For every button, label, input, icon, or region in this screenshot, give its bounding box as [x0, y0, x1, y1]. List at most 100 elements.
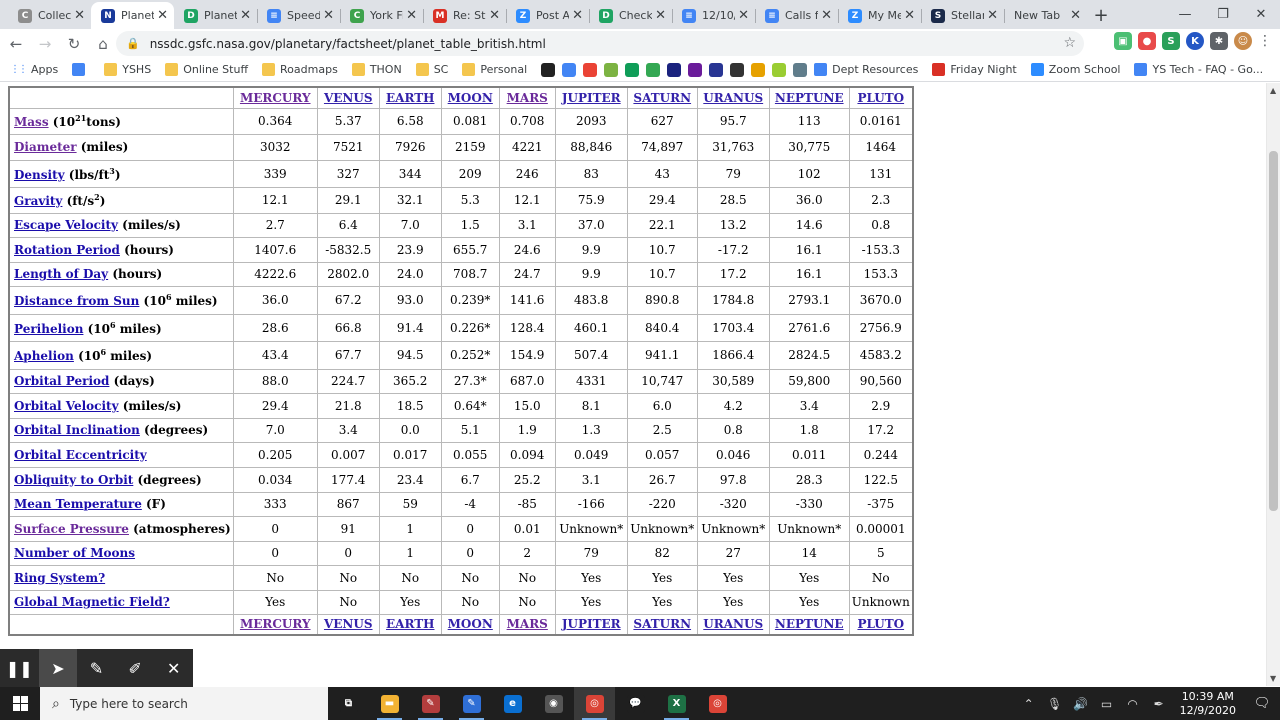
wifi-icon[interactable]: ◠ — [1120, 697, 1146, 711]
tab-12[interactable]: New Tab ✕ — [1004, 2, 1087, 29]
close-window-icon[interactable]: ✕ — [1242, 0, 1280, 29]
tab-close-icon[interactable]: ✕ — [240, 8, 251, 23]
menu-dots-icon[interactable]: ⋮ — [1258, 33, 1272, 49]
tab-0[interactable]: C Collect✕ — [8, 2, 91, 29]
bookmark-item[interactable]: THON — [351, 63, 402, 76]
tab-close-icon[interactable]: ✕ — [821, 8, 832, 23]
property-link[interactable]: Escape Velocity — [14, 218, 118, 232]
bookmark-site-icon[interactable] — [667, 62, 682, 77]
planet-link-earth[interactable]: EARTH — [386, 617, 435, 631]
scroll-up-icon[interactable]: ▲ — [1270, 86, 1276, 95]
planet-link-jupiter[interactable]: JUPITER — [562, 617, 621, 631]
property-link[interactable]: Orbital Period — [14, 374, 109, 388]
planet-link-pluto[interactable]: PLUTO — [857, 91, 904, 105]
taskbar-notepad-button[interactable]: ✎ — [451, 687, 492, 720]
extension-icon[interactable]: ▣ — [1114, 32, 1132, 50]
tab-4[interactable]: C York Fi ✕ — [340, 2, 423, 29]
taskbar-search[interactable]: ⌕ Type here to search — [40, 687, 328, 720]
tab-2[interactable]: D Planet ✕ — [174, 2, 257, 29]
tab-close-icon[interactable]: ✕ — [489, 8, 500, 23]
property-link[interactable]: Length of Day — [14, 267, 108, 281]
planet-link-jupiter[interactable]: JUPITER — [562, 91, 621, 105]
bookmark-item[interactable] — [72, 63, 90, 76]
close-icon[interactable]: ✕ — [154, 649, 193, 687]
notifications-icon[interactable]: 🗨 — [1244, 696, 1280, 711]
bookmark-site-icon[interactable] — [625, 62, 640, 77]
profile-avatar-icon[interactable]: ☺ — [1234, 32, 1252, 50]
property-link[interactable]: Rotation Period — [14, 243, 120, 257]
planet-link-venus[interactable]: VENUS — [324, 617, 373, 631]
tab-close-icon[interactable]: ✕ — [904, 8, 915, 23]
bookmark-item[interactable]: Friday Night — [932, 63, 1017, 76]
tab-10[interactable]: Z My Me ✕ — [838, 2, 921, 29]
bookmark-site-icon[interactable] — [751, 62, 766, 77]
tab-close-icon[interactable]: ✕ — [406, 8, 417, 23]
clock[interactable]: 10:39 AM 12/9/2020 — [1172, 690, 1244, 718]
property-link[interactable]: Surface Pressure — [14, 522, 129, 536]
extension-icon[interactable]: K — [1186, 32, 1204, 50]
bookmark-site-icon[interactable] — [688, 62, 703, 77]
bookmark-site-icon[interactable] — [646, 62, 661, 77]
property-link[interactable]: Obliquity to Orbit — [14, 473, 133, 487]
bookmark-site-icon[interactable] — [793, 62, 808, 77]
taskbar-excel-button[interactable]: X — [656, 687, 697, 720]
chevron-up-icon[interactable]: ⌃ — [1016, 697, 1042, 711]
bookmark-site-icon[interactable] — [730, 62, 745, 77]
tab-1[interactable]: N Planet ✕ — [91, 2, 174, 29]
reload-icon[interactable]: ↻ — [61, 31, 87, 57]
tab-close-icon[interactable]: ✕ — [74, 8, 85, 23]
bookmark-item[interactable]: Online Stuff — [165, 63, 248, 76]
pen-tray-icon[interactable]: ✒ — [1146, 697, 1172, 711]
tab-8[interactable]: ≡ 12/10/✕ — [672, 2, 755, 29]
bookmark-item[interactable]: Zoom School — [1030, 63, 1120, 76]
taskbar-camera-button[interactable]: ◉ — [533, 687, 574, 720]
bookmark-site-icon[interactable] — [709, 62, 724, 77]
pause-icon[interactable]: ❚❚ — [0, 649, 39, 687]
property-link[interactable]: Aphelion — [14, 349, 74, 363]
planet-link-uranus[interactable]: URANUS — [703, 91, 763, 105]
bookmark-site-icon[interactable] — [604, 62, 619, 77]
microphone-icon[interactable]: 🎙 — [1042, 697, 1068, 711]
tab-5[interactable]: M Re: Ste✕ — [423, 2, 506, 29]
pen-icon[interactable]: ✎ — [77, 649, 116, 687]
puzzle-icon[interactable]: ✱ — [1210, 32, 1228, 50]
taskbar-file-explorer-button[interactable]: ▬ — [369, 687, 410, 720]
planet-link-moon[interactable]: MOON — [448, 91, 493, 105]
bookmark-item[interactable]: ⋮⋮ Apps — [10, 63, 58, 76]
taskbar-chat-button[interactable]: 💬 — [615, 687, 656, 720]
vertical-scrollbar[interactable]: ▲ ▼ — [1266, 83, 1280, 686]
property-link[interactable]: Number of Moons — [14, 546, 135, 560]
tab-close-icon[interactable]: ✕ — [738, 8, 749, 23]
tab-close-icon[interactable]: ✕ — [655, 8, 666, 23]
tab-close-icon[interactable]: ✕ — [572, 8, 583, 23]
property-link[interactable]: Density — [14, 168, 65, 182]
property-link[interactable]: Global Magnetic Field? — [14, 595, 170, 609]
planet-link-moon[interactable]: MOON — [448, 617, 493, 631]
bookmark-site-icon[interactable] — [562, 62, 577, 77]
planet-link-neptune[interactable]: NEPTUNE — [775, 91, 844, 105]
planet-link-saturn[interactable]: SATURN — [633, 617, 691, 631]
bookmark-star-icon[interactable]: ☆ — [1063, 35, 1076, 51]
tab-close-icon[interactable]: ✕ — [323, 8, 334, 23]
extension-icon[interactable]: S — [1162, 32, 1180, 50]
property-link[interactable]: Gravity — [14, 194, 62, 208]
tab-9[interactable]: ≡ Calls fr✕ — [755, 2, 838, 29]
tab-close-icon[interactable]: ✕ — [987, 8, 998, 23]
tab-close-icon[interactable]: ✕ — [1070, 8, 1081, 23]
property-link[interactable]: Mass — [14, 115, 49, 129]
property-link[interactable]: Mean Temperature — [14, 497, 142, 511]
bookmark-item[interactable]: Dept Resources — [814, 63, 918, 76]
back-icon[interactable]: ← — [3, 31, 29, 57]
taskbar-task-view-button[interactable]: ⧉ — [328, 687, 369, 720]
bookmark-site-icon[interactable] — [583, 62, 598, 77]
taskbar-paint-button[interactable]: ✎ — [410, 687, 451, 720]
highlighter-icon[interactable]: ✐ — [116, 649, 155, 687]
planet-link-neptune[interactable]: NEPTUNE — [775, 617, 844, 631]
taskbar-chrome-2-button[interactable]: ◎ — [697, 687, 738, 720]
planet-link-uranus[interactable]: URANUS — [703, 617, 763, 631]
planet-link-mercury[interactable]: MERCURY — [240, 91, 311, 105]
property-link[interactable]: Perihelion — [14, 322, 83, 336]
planet-link-saturn[interactable]: SATURN — [633, 91, 691, 105]
home-icon[interactable]: ⌂ — [90, 31, 116, 57]
bookmark-item[interactable]: Personal — [462, 63, 527, 76]
